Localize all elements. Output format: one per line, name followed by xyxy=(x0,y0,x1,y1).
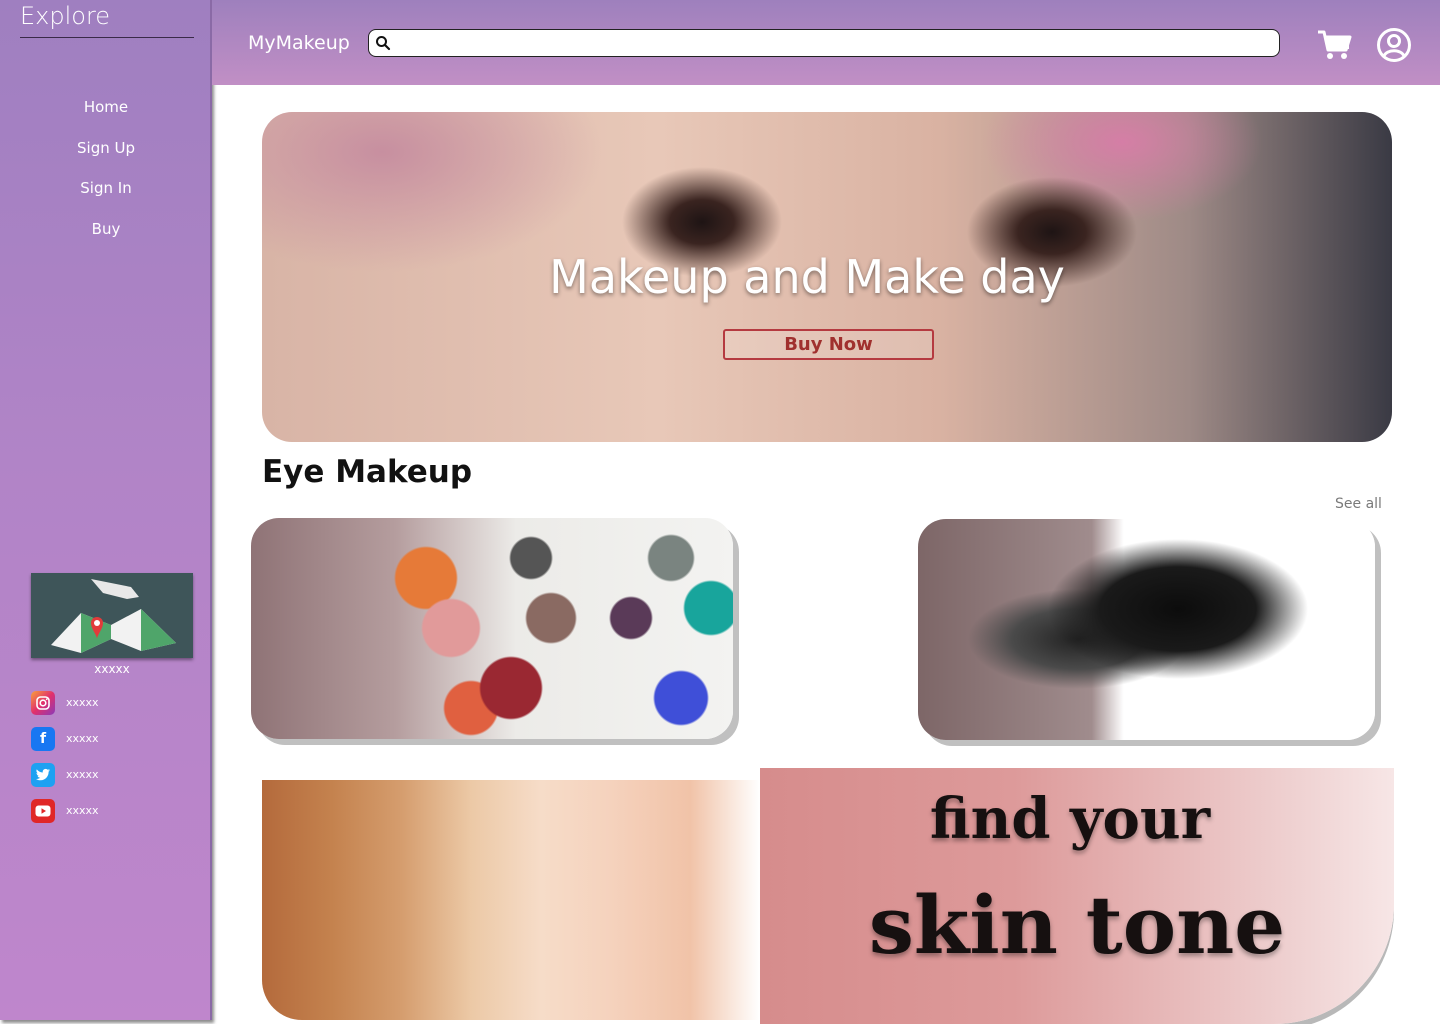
cart-icon xyxy=(1318,30,1352,59)
map-icon xyxy=(51,579,176,653)
see-all-link[interactable]: See all xyxy=(1335,496,1382,512)
search-input[interactable] xyxy=(397,32,1267,54)
account-button[interactable] xyxy=(1376,27,1412,63)
section-title: Eye Makeup xyxy=(262,454,473,490)
sidebar-item-sign-up[interactable]: Sign Up xyxy=(0,137,212,178)
sidebar-item-sign-in[interactable]: Sign In xyxy=(0,177,212,218)
social-label: xxxxx xyxy=(66,768,99,781)
sidebar: Explore Home Sign Up Sign In Buy xxxxx x… xyxy=(0,0,212,1020)
map-caption: xxxxx xyxy=(94,662,130,676)
sidebar-nav: Home Sign Up Sign In Buy xyxy=(0,96,212,258)
social-label: xxxxx xyxy=(66,804,99,817)
foundation-swatch-image[interactable] xyxy=(262,780,760,1020)
brand-logo[interactable]: MyMakeup xyxy=(248,32,350,54)
social-twitter[interactable]: xxxxx xyxy=(31,763,201,789)
social-youtube[interactable]: xxxxx xyxy=(31,799,201,825)
sidebar-item-home[interactable]: Home xyxy=(0,96,212,137)
skin-tone-banner[interactable]: find your skin tone xyxy=(760,768,1394,1024)
facebook-icon: f xyxy=(31,727,55,751)
social-label: xxxxx xyxy=(66,696,99,709)
social-label: xxxxx xyxy=(66,732,99,745)
mascara-product-card[interactable] xyxy=(918,519,1375,740)
twitter-icon xyxy=(31,763,55,787)
top-header: MyMakeup xyxy=(212,0,1440,85)
buy-now-button[interactable]: Buy Now xyxy=(723,329,934,360)
sidebar-divider xyxy=(20,37,194,38)
eyeshadow-product-card[interactable] xyxy=(251,518,733,739)
skin-banner-line2: skin tone xyxy=(868,878,1286,972)
sidebar-item-buy[interactable]: Buy xyxy=(0,218,212,259)
skin-banner-line1: find your xyxy=(929,786,1211,852)
instagram-icon xyxy=(31,691,55,715)
user-icon xyxy=(1377,28,1411,62)
social-instagram[interactable]: xxxxx xyxy=(31,691,201,717)
hero-banner: Makeup and Make day Buy Now xyxy=(262,112,1392,442)
search-bar[interactable] xyxy=(368,29,1280,57)
sidebar-title: Explore xyxy=(20,2,111,30)
hero-title: Makeup and Make day xyxy=(549,250,1065,304)
search-icon[interactable] xyxy=(375,35,391,51)
cart-button[interactable] xyxy=(1316,28,1352,62)
map-image[interactable] xyxy=(31,573,193,658)
youtube-icon xyxy=(31,799,55,823)
social-facebook[interactable]: f xxxxx xyxy=(31,727,201,753)
